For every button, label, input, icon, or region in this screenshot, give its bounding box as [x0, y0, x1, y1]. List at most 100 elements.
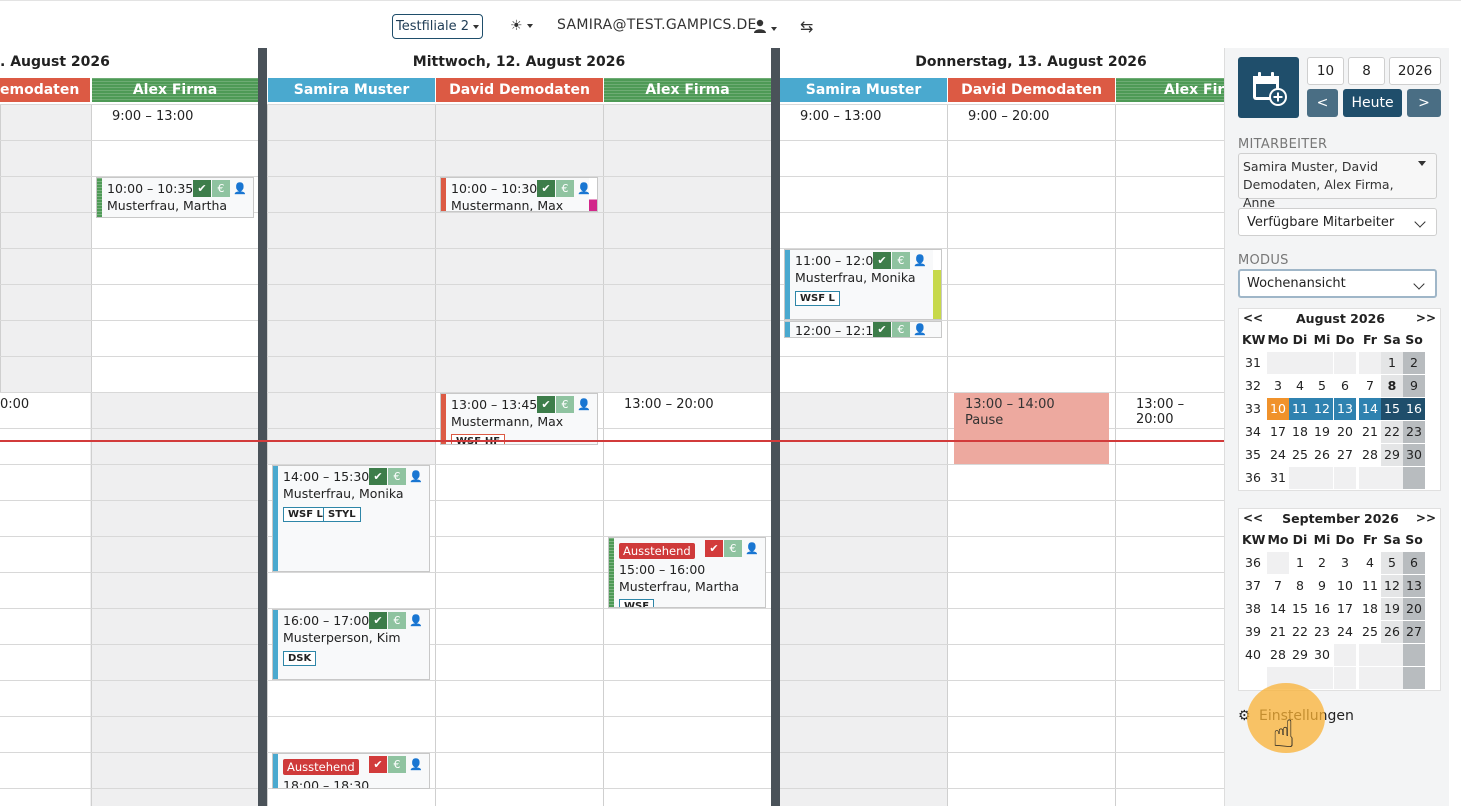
day-cell[interactable]: 16 — [1311, 598, 1333, 620]
month-input[interactable]: 8 — [1348, 57, 1385, 85]
day-cell[interactable]: 29 — [1381, 444, 1403, 466]
day-cell[interactable]: 26 — [1381, 621, 1403, 643]
week-number[interactable]: 39 — [1242, 621, 1264, 643]
day-cell[interactable]: 9 — [1403, 375, 1425, 397]
pause-block[interactable]: 13:00 – 14:00 Pause — [954, 393, 1109, 464]
day-cell[interactable]: 7 — [1359, 375, 1381, 397]
new-appointment-button[interactable] — [1238, 57, 1299, 118]
week-number[interactable]: 34 — [1242, 421, 1264, 443]
appointment-card[interactable]: Ausstehend 15:00 – 16:00 Musterfrau, Mar… — [608, 537, 766, 608]
mode-dropdown[interactable]: Wochenansicht — [1238, 269, 1437, 298]
day-cell[interactable]: 21 — [1267, 621, 1289, 643]
week-number[interactable]: 35 — [1242, 444, 1264, 466]
day-cell[interactable]: 1 — [1381, 352, 1403, 374]
appointment-card[interactable]: 16:00 – 17:00 Musterperson, Kim DSK ✔ € … — [272, 609, 430, 680]
available-employees-dropdown[interactable]: Verfügbare Mitarbeiter — [1238, 208, 1437, 236]
day-cell[interactable]: 4 — [1289, 375, 1311, 397]
week-number[interactable]: 37 — [1242, 575, 1264, 597]
day-cell[interactable]: 12 — [1311, 398, 1333, 420]
day-cell[interactable]: 7 — [1267, 575, 1289, 597]
day-cell[interactable]: 5 — [1381, 552, 1403, 574]
day-cell[interactable]: 13 — [1334, 398, 1356, 420]
day-cell[interactable]: 11 — [1289, 398, 1311, 420]
day-cell[interactable]: 8 — [1381, 375, 1403, 397]
appointment-card[interactable]: 13:00 – 13:45 Mustermann, Max WSF-HF ✔ €… — [440, 393, 598, 445]
day-cell[interactable]: 23 — [1403, 421, 1425, 443]
day-cell[interactable]: 3 — [1334, 552, 1356, 574]
day-cell[interactable]: 23 — [1311, 621, 1333, 643]
day-input[interactable]: 10 — [1307, 57, 1344, 85]
day-cell[interactable]: 29 — [1289, 644, 1311, 666]
appointment-card[interactable]: 10:00 – 10:35 Musterfrau, Martha ✔ € 👤 — [96, 177, 254, 218]
swap-icon[interactable]: ⇆ — [800, 17, 813, 36]
day-cell[interactable]: 19 — [1381, 598, 1403, 620]
day-cell[interactable]: 24 — [1267, 444, 1289, 466]
appointment-card[interactable]: 10:00 – 10:30 Mustermann, Max ✔ € 👤 — [440, 177, 598, 212]
day-cell[interactable]: 20 — [1403, 598, 1425, 620]
day-cell[interactable]: 2 — [1403, 352, 1425, 374]
week-number[interactable]: 32 — [1242, 375, 1264, 397]
day-cell[interactable]: 17 — [1334, 598, 1356, 620]
day-cell[interactable]: 21 — [1359, 421, 1381, 443]
day-cell[interactable]: 3 — [1267, 375, 1289, 397]
week-number[interactable]: 31 — [1242, 352, 1264, 374]
day-cell[interactable]: 17 — [1267, 421, 1289, 443]
day-cell[interactable]: 15 — [1289, 598, 1311, 620]
day-cell[interactable]: 28 — [1359, 444, 1381, 466]
prev-week-button[interactable]: < — [1307, 89, 1338, 117]
day-cell[interactable]: 18 — [1289, 421, 1311, 443]
day-cell[interactable]: 6 — [1334, 375, 1356, 397]
day-cell[interactable]: 27 — [1334, 444, 1356, 466]
day-cell[interactable]: 9 — [1311, 575, 1333, 597]
appointment-card[interactable]: 14:00 – 15:30 Musterfrau, Monika WSF L S… — [272, 465, 430, 572]
day-cell[interactable]: 15 — [1381, 398, 1403, 420]
day-cell[interactable]: 14 — [1267, 598, 1289, 620]
today-button[interactable]: Heute — [1343, 89, 1402, 117]
branch-dropdown[interactable]: Testfiliale 2 — [392, 14, 483, 39]
day-cell[interactable]: 13 — [1403, 575, 1425, 597]
day-cell[interactable]: 31 — [1267, 467, 1289, 489]
day-cell[interactable]: 28 — [1267, 644, 1289, 666]
appointment-card[interactable]: 11:00 – 12:00 Musterfrau, Monika WSF L ✔… — [784, 249, 942, 320]
day-cell[interactable]: 12 — [1381, 575, 1403, 597]
day-cell[interactable]: 8 — [1289, 575, 1311, 597]
day-cell[interactable]: 22 — [1289, 621, 1311, 643]
appointment-card[interactable]: 12:00 – 12:15 ✔ € 👤 — [784, 321, 942, 338]
day-cell[interactable]: 30 — [1403, 444, 1425, 466]
week-number[interactable] — [1242, 667, 1264, 689]
day-cell[interactable]: 1 — [1289, 552, 1311, 574]
day-cell[interactable]: 2 — [1311, 552, 1333, 574]
day-cell[interactable]: 16 — [1403, 398, 1425, 420]
day-cell[interactable]: 25 — [1359, 621, 1381, 643]
day-cell[interactable]: 22 — [1381, 421, 1403, 443]
theme-toggle[interactable]: ☀ — [510, 18, 533, 34]
day-cell[interactable]: 25 — [1289, 444, 1311, 466]
day-cell[interactable]: 27 — [1403, 621, 1425, 643]
user-menu[interactable] — [753, 18, 777, 37]
prev-month-button[interactable]: << — [1243, 311, 1263, 325]
day-cell[interactable]: 5 — [1311, 375, 1333, 397]
day-cell[interactable]: 4 — [1359, 552, 1381, 574]
day-cell[interactable]: 20 — [1334, 421, 1356, 443]
day-cell[interactable]: 6 — [1403, 552, 1425, 574]
day-cell[interactable]: 10 — [1334, 575, 1356, 597]
year-input[interactable]: 2026 — [1389, 57, 1441, 85]
week-number[interactable]: 33 — [1242, 398, 1264, 420]
employees-multiselect[interactable]: Samira Muster, David Demodaten, Alex Fir… — [1238, 153, 1437, 210]
day-cell[interactable]: 26 — [1311, 444, 1333, 466]
prev-month-button[interactable]: << — [1243, 511, 1263, 525]
week-number[interactable]: 36 — [1242, 552, 1264, 574]
day-cell[interactable]: 18 — [1359, 598, 1381, 620]
scrollbar-track[interactable] — [1449, 48, 1461, 806]
day-cell[interactable]: 19 — [1311, 421, 1333, 443]
day-cell[interactable]: 11 — [1359, 575, 1381, 597]
week-number[interactable]: 38 — [1242, 598, 1264, 620]
day-cell[interactable]: 24 — [1334, 621, 1356, 643]
day-cell[interactable]: 14 — [1359, 398, 1381, 420]
next-month-button[interactable]: >> — [1416, 311, 1436, 325]
day-cell[interactable]: 10 — [1267, 398, 1289, 420]
day-cell[interactable]: 30 — [1311, 644, 1333, 666]
appointment-card[interactable]: Ausstehend 18:00 – 18:30 ✔ € 👤 — [272, 753, 430, 789]
week-number[interactable]: 40 — [1242, 644, 1264, 666]
week-number[interactable]: 36 — [1242, 467, 1264, 489]
